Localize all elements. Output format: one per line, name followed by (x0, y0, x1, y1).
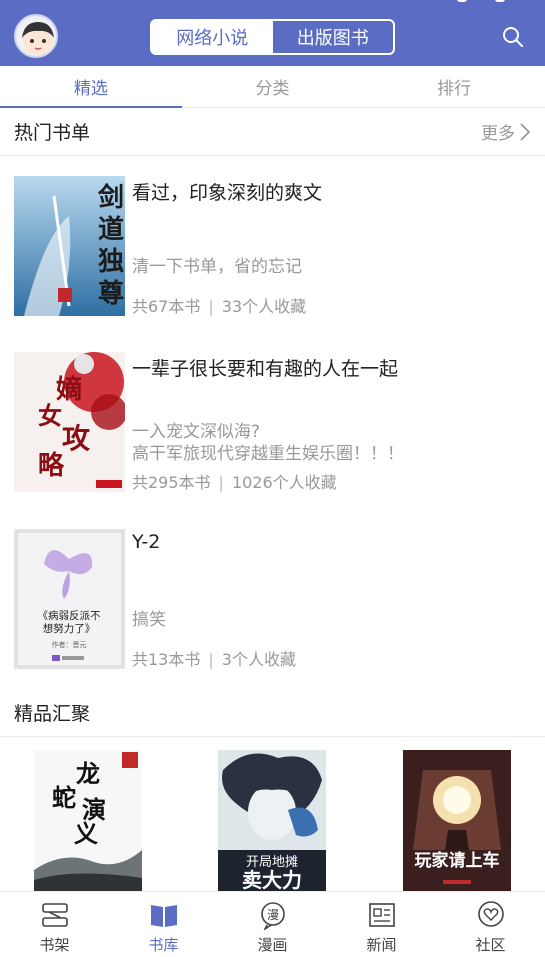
section-title: 精品汇聚 (14, 703, 91, 725)
svg-text:女: 女 (38, 401, 62, 430)
bookshelf-icon (41, 903, 68, 927)
featured-book-cover[interactable]: 玩家请上车 (403, 750, 511, 891)
book-count: 共13本书 (132, 650, 201, 669)
featured-header: 精品汇聚 (0, 689, 545, 737)
top-app-bar: 网络小说 出版图书 (0, 0, 545, 66)
book-count: 共67本书 (132, 297, 201, 316)
svg-text:攻: 攻 (62, 422, 91, 455)
nav-library[interactable]: 书库 (109, 892, 218, 957)
svg-text:《病弱反派不: 《病弱反派不 (38, 609, 101, 622)
booklist-desc: 高干军旅现代穿越重生娱乐圈！！！ (132, 444, 404, 464)
booklist-meta: 共67本书 | 33个人收藏 (132, 297, 307, 316)
tab-categories[interactable]: 分类 (182, 66, 364, 107)
svg-text:略: 略 (38, 450, 65, 481)
booklist-cover: 嫡 女 攻 略 (14, 352, 125, 492)
category-segmented-control: 网络小说 出版图书 (150, 19, 395, 55)
booklist-item[interactable]: 《病弱反派不 想努力了》 作者：晋元 Y-2 搞笑 共13本书 | 3个人收藏 (14, 529, 534, 671)
more-label: 更多 (481, 124, 515, 144)
book-count: 共295本书 (132, 473, 211, 492)
svg-text:义: 义 (74, 819, 98, 848)
more-button[interactable]: 更多 (481, 119, 531, 144)
svg-text:剑: 剑 (98, 182, 124, 213)
nav-label: 书架 (39, 936, 70, 954)
booklist-cover: 剑 道 独 尊 (14, 176, 125, 316)
avatar[interactable] (14, 14, 58, 58)
nav-comics[interactable]: 漫 漫画 (218, 892, 327, 957)
nav-label: 新闻 (366, 936, 397, 954)
fav-count: 33个人收藏 (221, 297, 307, 316)
segment-web-novels[interactable]: 网络小说 (152, 21, 273, 53)
comics-icon: 漫 (260, 902, 285, 930)
bottom-navigation: 书架 书库 漫 漫画 新闻 社区 (0, 891, 545, 957)
booklist-title: 看过，印象深刻的爽文 (132, 182, 323, 204)
featured-book-cover[interactable]: 龙 蛇 演 义 (34, 750, 142, 891)
nav-news[interactable]: 新闻 (327, 892, 436, 957)
fav-count: 1026个人收藏 (231, 473, 337, 492)
newspaper-icon (368, 903, 395, 927)
segment-published-books[interactable]: 出版图书 (273, 21, 394, 53)
booklist-meta: 共295本书 | 1026个人收藏 (132, 473, 337, 492)
tab-rankings[interactable]: 排行 (363, 66, 545, 107)
svg-text:卖大力: 卖大力 (242, 868, 302, 891)
booklist-item[interactable]: 剑 道 独 尊 看过，印象深刻的爽文 清一下书单，省的忘记 共67本书 | 33个人… (14, 176, 534, 318)
svg-text:独: 独 (98, 247, 124, 277)
booklist-desc: 一入宠文深似海? (132, 422, 261, 442)
featured-book-cover[interactable]: 开局地摊 卖大力 (218, 750, 326, 891)
svg-text:道: 道 (98, 214, 124, 245)
svg-text:尊: 尊 (98, 278, 124, 309)
status-bar-fragment (457, 0, 505, 2)
booklist-item[interactable]: 嫡 女 攻 略 一辈子很长要和有趣的人在一起 一入宠文深似海? 高干军旅现代穿越… (14, 352, 534, 494)
nav-label: 漫画 (257, 936, 288, 954)
booklist-desc: 搞笑 (132, 610, 166, 630)
svg-text:玩家请上车: 玩家请上车 (415, 850, 500, 871)
chevron-right-icon (520, 122, 531, 141)
svg-text:想努力了》: 想努力了》 (43, 622, 96, 635)
booklist-title: 一辈子很长要和有趣的人在一起 (132, 358, 399, 380)
svg-text:漫: 漫 (266, 908, 278, 922)
booklist-title: Y-2 (132, 531, 161, 553)
section-title: 热门书单 (14, 122, 91, 144)
search-icon[interactable] (501, 25, 525, 49)
booklist-meta: 共13本书 | 3个人收藏 (132, 650, 296, 669)
fav-count: 3个人收藏 (221, 650, 296, 669)
svg-text:作者：晋元: 作者：晋元 (52, 640, 87, 649)
tab-featured[interactable]: 精选 (0, 66, 182, 108)
main-tabs: 精选 分类 排行 (0, 66, 545, 108)
hot-lists-header: 热门书单 更多 (0, 108, 545, 156)
booklist-cover: 《病弱反派不 想努力了》 作者：晋元 (14, 529, 125, 669)
open-book-icon (150, 905, 177, 927)
nav-label: 社区 (475, 936, 506, 954)
booklist-desc: 清一下书单，省的忘记 (132, 257, 302, 277)
community-heart-icon (477, 901, 504, 927)
svg-text:龙: 龙 (76, 759, 100, 788)
nav-community[interactable]: 社区 (436, 892, 545, 957)
svg-text:蛇: 蛇 (52, 783, 76, 812)
nav-label: 书库 (148, 936, 179, 954)
nav-bookshelf[interactable]: 书架 (0, 892, 109, 957)
